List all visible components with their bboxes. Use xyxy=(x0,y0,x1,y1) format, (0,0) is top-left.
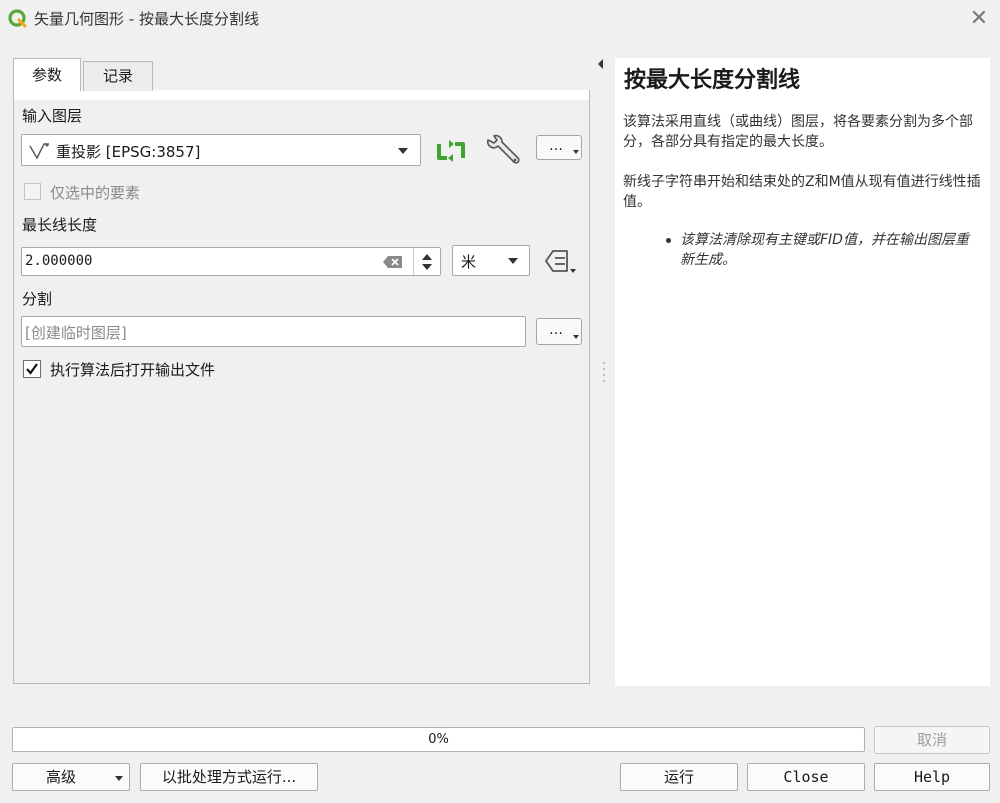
advanced-button[interactable]: 高级 xyxy=(12,763,130,791)
bullet-dot xyxy=(666,238,671,243)
input-layer-more-button[interactable]: … xyxy=(536,135,582,160)
collapse-help-arrow-icon[interactable] xyxy=(598,59,603,69)
close-window-button[interactable]: ✕ xyxy=(966,6,992,32)
help-title: 按最大长度分割线 xyxy=(624,67,801,93)
help-paragraph-2: 新线子字符串开始和结束处的Z和M值从现有值进行线性插值。 xyxy=(623,174,981,210)
checkmark-icon xyxy=(26,363,38,375)
data-defined-override-icon[interactable] xyxy=(541,247,581,277)
spin-divider xyxy=(413,248,414,275)
wrench-icon[interactable] xyxy=(484,134,522,168)
parameters-panel xyxy=(13,90,590,684)
menu-arrow-icon xyxy=(573,335,579,339)
spin-up-icon[interactable] xyxy=(422,254,432,260)
progress-bar: 0% xyxy=(12,727,865,752)
selected-only-checkbox[interactable] xyxy=(24,183,41,200)
progress-text: 0% xyxy=(428,732,449,747)
output-placeholder: [创建临时图层] xyxy=(25,324,127,342)
output-label: 分割 xyxy=(22,290,53,308)
max-length-value: 2.000000 xyxy=(25,253,93,269)
line-layer-icon xyxy=(29,143,49,160)
cancel-button[interactable]: 取消 xyxy=(874,726,990,754)
selected-only-label: 仅选中的要素 xyxy=(50,184,141,202)
input-layer-combo[interactable]: 重投影 [EPSG:3857] xyxy=(21,134,421,166)
advanced-label: 高级 xyxy=(46,768,77,786)
help-panel xyxy=(615,58,990,686)
close-button[interactable]: Close xyxy=(747,763,865,791)
iterate-over-features-icon[interactable] xyxy=(433,136,469,166)
help-paragraph-1: 该算法采用直线（或曲线）图层，将各要素分割为多个部分，各部分具有指定的最大长度。 xyxy=(623,114,973,150)
chevron-down-icon xyxy=(115,776,123,781)
chevron-down-icon xyxy=(508,258,518,264)
max-length-input[interactable]: 2.000000 xyxy=(21,247,441,276)
batch-process-button[interactable]: 以批处理方式运行... xyxy=(140,763,318,791)
splitter-grip[interactable] xyxy=(603,362,605,364)
splitter-grip[interactable] xyxy=(603,380,605,382)
panel-top-strip xyxy=(14,90,589,100)
tab-log[interactable]: 记录 xyxy=(83,61,153,91)
tab-parameters[interactable]: 参数 xyxy=(13,58,81,91)
more-dots-icon: … xyxy=(549,322,563,338)
input-layer-value: 重投影 [EPSG:3857] xyxy=(56,143,201,161)
clear-field-icon[interactable] xyxy=(383,255,403,269)
help-bullet-text: 该算法清除现有主键或FID值，并在输出图层重新生成。 xyxy=(680,232,969,268)
chevron-down-icon xyxy=(398,148,408,154)
output-more-button[interactable]: … xyxy=(536,318,582,345)
splitter-grip[interactable] xyxy=(603,368,605,370)
menu-arrow-icon xyxy=(573,150,579,154)
unit-combo[interactable]: 米 xyxy=(452,245,530,276)
run-button[interactable]: 运行 xyxy=(620,763,738,791)
input-layer-label: 输入图层 xyxy=(22,107,83,125)
open-output-label: 执行算法后打开输出文件 xyxy=(50,361,216,379)
more-dots-icon: … xyxy=(549,138,563,154)
splitter-grip[interactable] xyxy=(603,374,605,376)
unit-value: 米 xyxy=(461,253,477,271)
max-length-label: 最长线长度 xyxy=(22,216,98,234)
spin-down-icon[interactable] xyxy=(422,264,432,270)
help-button[interactable]: Help xyxy=(874,763,990,791)
window-title: 矢量几何图形 - 按最大长度分割线 xyxy=(34,10,259,28)
qgis-logo-icon xyxy=(8,9,27,28)
open-output-checkbox[interactable] xyxy=(23,360,41,378)
output-path-input[interactable]: [创建临时图层] xyxy=(21,316,526,347)
